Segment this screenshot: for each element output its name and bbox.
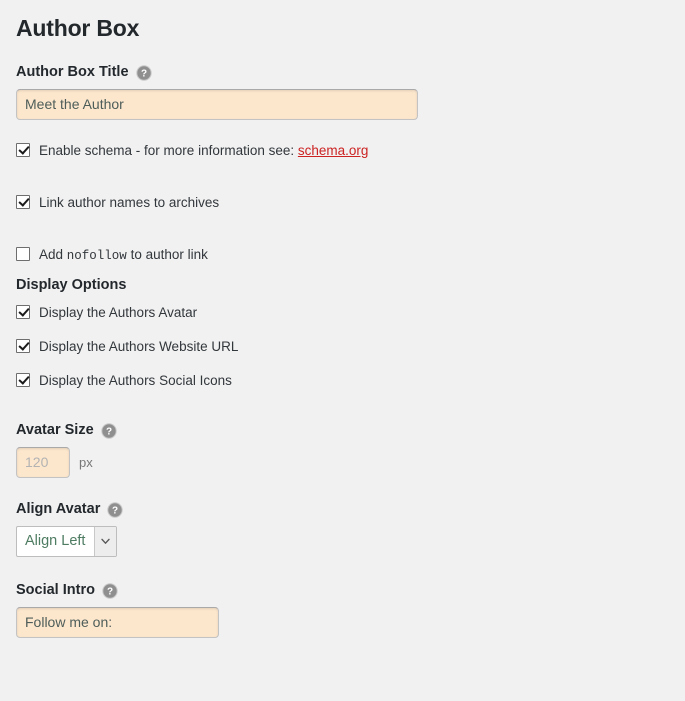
link-author-names-label: Link author names to archives [39,194,220,210]
nofollow-code-text: nofollow [66,248,127,263]
help-circle-icon[interactable]: ? [107,502,124,518]
align-avatar-field-group: Align Avatar ? Align Left [16,501,685,557]
add-nofollow-checkbox[interactable] [16,246,30,261]
avatar-size-input[interactable] [16,446,70,478]
display-social-icons-row[interactable]: Display the Authors Social Icons [16,372,685,389]
align-avatar-select[interactable]: Align Left [16,525,118,557]
display-website-url-checkbox[interactable] [16,338,30,353]
help-circle-icon[interactable]: ? [135,65,152,81]
author-box-title-input[interactable] [16,88,418,120]
add-nofollow-label-after: to author link [130,246,208,262]
author-box-title-label-text: Author Box Title [16,63,129,80]
enable-schema-row[interactable]: Enable schema - for more information see… [16,142,685,159]
avatar-size-input-row: px [16,446,685,478]
link-author-names-row[interactable]: Link author names to archives [16,194,685,211]
enable-schema-label: Enable schema - for more information see… [39,142,368,159]
display-social-icons-checkbox[interactable] [16,372,30,387]
avatar-size-unit-label: px [79,454,93,470]
add-nofollow-label: Add nofollow to author link [39,246,208,265]
author-box-settings-page: Author Box Author Box Title ? Enable sch… [0,0,685,701]
add-nofollow-row[interactable]: Add nofollow to author link [16,246,685,265]
page-title: Author Box [16,15,140,41]
add-nofollow-label-before: Add [39,246,64,262]
display-avatar-row[interactable]: Display the Authors Avatar [16,304,685,321]
help-circle-icon[interactable]: ? [100,423,117,439]
chevron-down-icon[interactable] [94,526,117,556]
svg-text:?: ? [112,505,118,516]
avatar-size-field-group: Avatar Size ? px [16,422,685,478]
social-intro-input[interactable] [16,606,219,638]
display-avatar-checkbox[interactable] [16,304,30,319]
display-website-url-row[interactable]: Display the Authors Website URL [16,338,685,355]
svg-text:?: ? [106,426,112,437]
link-author-names-checkbox[interactable] [16,194,30,209]
social-intro-label-text: Social Intro [16,581,95,598]
display-options-group: Display Options Display the Authors Avat… [16,277,685,389]
svg-text:?: ? [140,68,146,79]
display-social-icons-label: Display the Authors Social Icons [39,372,232,388]
enable-schema-label-text: Enable schema - for more information see… [39,142,295,158]
align-avatar-selected-value: Align Left [25,533,86,550]
help-circle-icon[interactable]: ? [102,583,118,599]
author-box-title-label: Author Box Title ? [16,63,685,81]
schema-options-group: Enable schema - for more information see… [16,142,685,265]
enable-schema-checkbox[interactable] [16,142,30,157]
social-intro-field-group: Social Intro ? [16,582,685,638]
svg-text:?: ? [107,586,113,597]
author-box-title-field-group: Author Box Title ? [16,64,685,120]
social-intro-label: Social Intro ? [16,581,685,599]
schema-org-link[interactable]: schema.org [298,143,369,158]
display-options-heading: Display Options [16,276,127,293]
align-avatar-label-text: Align Avatar [16,500,101,517]
display-website-url-label: Display the Authors Website URL [39,338,239,354]
display-avatar-label: Display the Authors Avatar [39,304,198,320]
avatar-size-label: Avatar Size ? [16,421,685,439]
align-avatar-label: Align Avatar ? [16,500,685,518]
avatar-size-label-text: Avatar Size [16,421,94,438]
